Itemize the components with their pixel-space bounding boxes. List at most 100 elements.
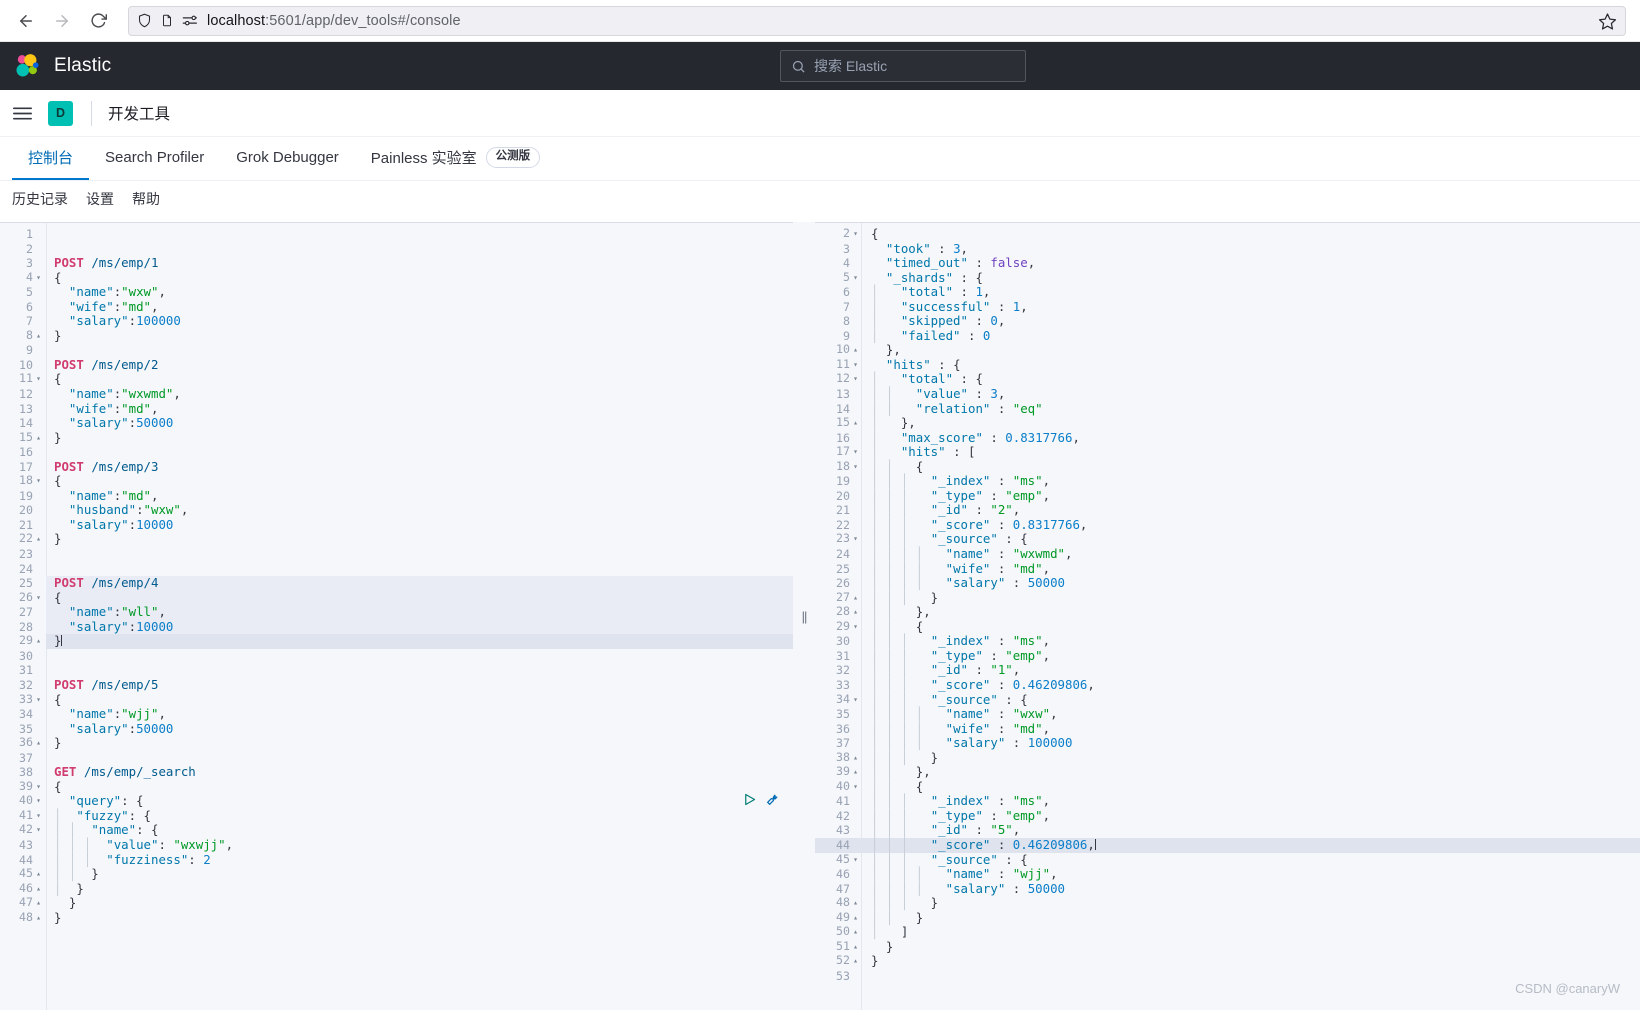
fold-toggle-icon[interactable]: ▴ bbox=[33, 867, 44, 882]
code-line[interactable]: 39 ▾{ bbox=[0, 778, 793, 796]
browser-back-button[interactable] bbox=[10, 5, 42, 37]
fold-toggle-icon[interactable]: ▾ bbox=[850, 227, 861, 242]
subnav-item-2[interactable]: 帮助 bbox=[132, 189, 160, 209]
subnav-item-0[interactable]: 历史记录 bbox=[12, 189, 68, 209]
response-viewer[interactable]: 2 ▾{3 "took" : 3, 4 "timed_out" : false, 5 ▾… bbox=[815, 222, 1640, 1010]
code-line[interactable]: 5 "name":"wxw", bbox=[0, 284, 793, 300]
code-line[interactable]: 28 ▴ │ │ }, bbox=[815, 604, 1640, 620]
code-line[interactable]: 21 "salary":10000 bbox=[0, 517, 793, 533]
code-line[interactable]: 11 ▾ { bbox=[0, 371, 793, 389]
code-line[interactable]: 34 "name":"wjj", bbox=[0, 706, 793, 722]
code-line[interactable]: 30 bbox=[0, 648, 793, 664]
subnav-item-1[interactable]: 设置 bbox=[86, 189, 114, 209]
code-line[interactable]: 20 │ │ │ "_type" : "emp", bbox=[815, 488, 1640, 504]
code-line[interactable]: 23 ▾ │ │ │ "_source" : { bbox=[815, 531, 1640, 547]
hamburger-menu-icon[interactable] bbox=[0, 106, 44, 121]
code-line[interactable]: 46 │ │ │ │ "name" : "wjj", bbox=[815, 866, 1640, 882]
fold-toggle-icon[interactable]: ▴ bbox=[33, 882, 44, 897]
code-line[interactable]: 16 │ "max_score" : 0.8317766, bbox=[815, 430, 1640, 446]
code-line[interactable]: 11 ▾ "hits" : { bbox=[815, 357, 1640, 373]
code-line[interactable]: 8 │ "skipped" : 0, bbox=[815, 314, 1640, 329]
code-line[interactable]: 6 │ "total" : 1, bbox=[815, 284, 1640, 300]
code-line[interactable]: 22 ▴} bbox=[0, 531, 793, 549]
browser-forward-button[interactable] bbox=[46, 5, 78, 37]
fold-toggle-icon[interactable]: ▾ bbox=[850, 372, 861, 387]
code-line[interactable]: 46 ▴ │ } bbox=[0, 880, 793, 898]
code-line[interactable]: 10 POST /ms/emp/2 bbox=[0, 357, 793, 373]
fold-toggle-icon[interactable]: ▾ bbox=[850, 445, 861, 460]
code-line[interactable]: 31 bbox=[0, 663, 793, 678]
code-line[interactable]: 51 ▴ } bbox=[815, 939, 1640, 955]
fold-toggle-icon[interactable]: ▴ bbox=[850, 765, 861, 780]
code-line[interactable]: 32 │ │ │ "_id" : "1", bbox=[815, 663, 1640, 678]
code-line[interactable]: 45 ▴ │ │ } bbox=[0, 866, 793, 883]
code-line[interactable]: 47 ▴ } bbox=[0, 895, 793, 912]
code-line[interactable]: 8 ▴} bbox=[0, 327, 793, 345]
code-line[interactable]: 18 ▾ │ │ { bbox=[815, 459, 1640, 475]
code-line[interactable]: 37 │ │ │ │ "salary" : 100000 bbox=[815, 735, 1640, 751]
fold-toggle-icon[interactable]: ▾ bbox=[850, 271, 861, 286]
code-line[interactable]: 45 ▾ │ │ │ "_source" : { bbox=[815, 852, 1640, 868]
code-line[interactable]: 47 │ │ │ │ "salary" : 50000 bbox=[815, 881, 1640, 897]
fold-toggle-icon[interactable]: ▴ bbox=[850, 416, 861, 431]
code-line[interactable]: 29 ▾ │ │ { bbox=[815, 619, 1640, 635]
code-line[interactable]: 14 │ │ "relation" : "eq" bbox=[815, 401, 1640, 417]
code-line[interactable]: 27 ▴ │ │ │ } bbox=[815, 590, 1640, 606]
code-line[interactable]: 37 bbox=[0, 750, 793, 766]
code-line[interactable]: 25 │ │ │ │ "wife" : "md", bbox=[815, 561, 1640, 577]
code-line[interactable]: 5 ▾ "_shards" : { bbox=[815, 270, 1640, 286]
tab-1[interactable]: Search Profiler bbox=[89, 137, 220, 180]
code-line[interactable]: 41 ▾ │ "fuzzy": { bbox=[0, 807, 793, 825]
code-line[interactable]: 19 │ │ │ "_index" : "ms", bbox=[815, 474, 1640, 489]
fold-toggle-icon[interactable]: ▾ bbox=[33, 372, 44, 387]
code-line[interactable]: 52 ▴} bbox=[815, 953, 1640, 969]
code-line[interactable]: 40 ▾ "query": { bbox=[0, 793, 793, 810]
code-line[interactable]: 35 │ │ │ │ "name" : "wxw", bbox=[815, 706, 1640, 722]
code-line[interactable]: 49 ▴ │ │ } bbox=[815, 910, 1640, 926]
code-line[interactable]: 7 "salary":100000 bbox=[0, 314, 793, 329]
code-line[interactable]: 40 ▾ │ │ { bbox=[815, 779, 1640, 795]
code-line[interactable]: 14 "salary":50000 bbox=[0, 415, 793, 431]
browser-reload-button[interactable] bbox=[82, 5, 114, 37]
code-line[interactable]: 7 │ "successful" : 1, bbox=[815, 299, 1640, 315]
code-line[interactable]: 43 │ │ │ "value": "wxwjj", bbox=[0, 837, 793, 853]
code-line[interactable]: 42 ▾ │ │ "name": { bbox=[0, 822, 793, 839]
code-line[interactable]: 38 ▴ │ │ │ } bbox=[815, 750, 1640, 766]
code-line[interactable]: 17 POST /ms/emp/3 bbox=[0, 459, 793, 475]
tab-3[interactable]: Painless 实验室 公测版 bbox=[355, 137, 556, 180]
code-line[interactable]: 26 ▾ { bbox=[0, 589, 793, 607]
fold-toggle-icon[interactable]: ▴ bbox=[850, 591, 861, 606]
code-line[interactable]: 44 │ │ │ "_score" : 0.46209806, bbox=[815, 837, 1640, 853]
code-line[interactable]: 1 bbox=[0, 227, 793, 242]
code-line[interactable]: 33 ▾ { bbox=[0, 691, 793, 709]
bookmark-star-icon[interactable] bbox=[1598, 12, 1617, 36]
fold-toggle-icon[interactable]: ▾ bbox=[33, 591, 44, 606]
code-line[interactable]: 17 ▾ │ "hits" : [ bbox=[815, 444, 1640, 460]
code-line[interactable]: 19 "name":"md", bbox=[0, 488, 793, 504]
code-line[interactable]: 35 "salary":50000 bbox=[0, 721, 793, 737]
fold-toggle-icon[interactable]: ▾ bbox=[850, 693, 861, 708]
code-line[interactable]: 15 ▴ │ }, bbox=[815, 415, 1640, 431]
code-line[interactable]: 3 "took" : 3, bbox=[815, 241, 1640, 257]
code-line[interactable]: 24 │ │ │ │ "name" : "wxwmd", bbox=[815, 546, 1640, 562]
fold-toggle-icon[interactable]: ▴ bbox=[850, 940, 861, 955]
code-line[interactable]: 41 │ │ │ "_index" : "ms", bbox=[815, 794, 1640, 809]
code-line[interactable]: 15 ▴} bbox=[0, 429, 793, 447]
code-line[interactable]: 23 bbox=[0, 547, 793, 562]
code-line[interactable]: 25 POST /ms/emp/4 bbox=[0, 575, 793, 591]
code-line[interactable]: 28 "salary":10000 bbox=[0, 619, 793, 635]
code-line[interactable]: 4 "timed_out" : false, bbox=[815, 255, 1640, 271]
fold-toggle-icon[interactable]: ▴ bbox=[33, 431, 44, 446]
code-line[interactable]: 2 ▾ { bbox=[815, 226, 1640, 242]
url-bar[interactable]: localhost:5601/app/dev_tools#/console bbox=[128, 5, 1626, 36]
code-line[interactable]: 43 │ │ │ "_id" : "5", bbox=[815, 823, 1640, 838]
fold-toggle-icon[interactable]: ▾ bbox=[33, 823, 44, 838]
request-editor[interactable]: 1 2 3 POST /ms/emp/1 4 ▾{5 "name":"wxw", 6 "wi… bbox=[0, 222, 793, 1010]
code-line[interactable]: 20 "husband":"wxw", bbox=[0, 503, 793, 518]
code-line[interactable]: 13 "wife":"md", bbox=[0, 401, 793, 417]
code-line[interactable]: 36 │ │ │ │ "wife" : "md", bbox=[815, 721, 1640, 737]
code-line[interactable]: 39 ▴ │ │ }, bbox=[815, 764, 1640, 780]
code-line[interactable]: 31 │ │ │ "_type" : "emp", bbox=[815, 648, 1640, 664]
permissions-icon[interactable] bbox=[182, 14, 199, 27]
fold-toggle-icon[interactable]: ▴ bbox=[33, 911, 44, 926]
